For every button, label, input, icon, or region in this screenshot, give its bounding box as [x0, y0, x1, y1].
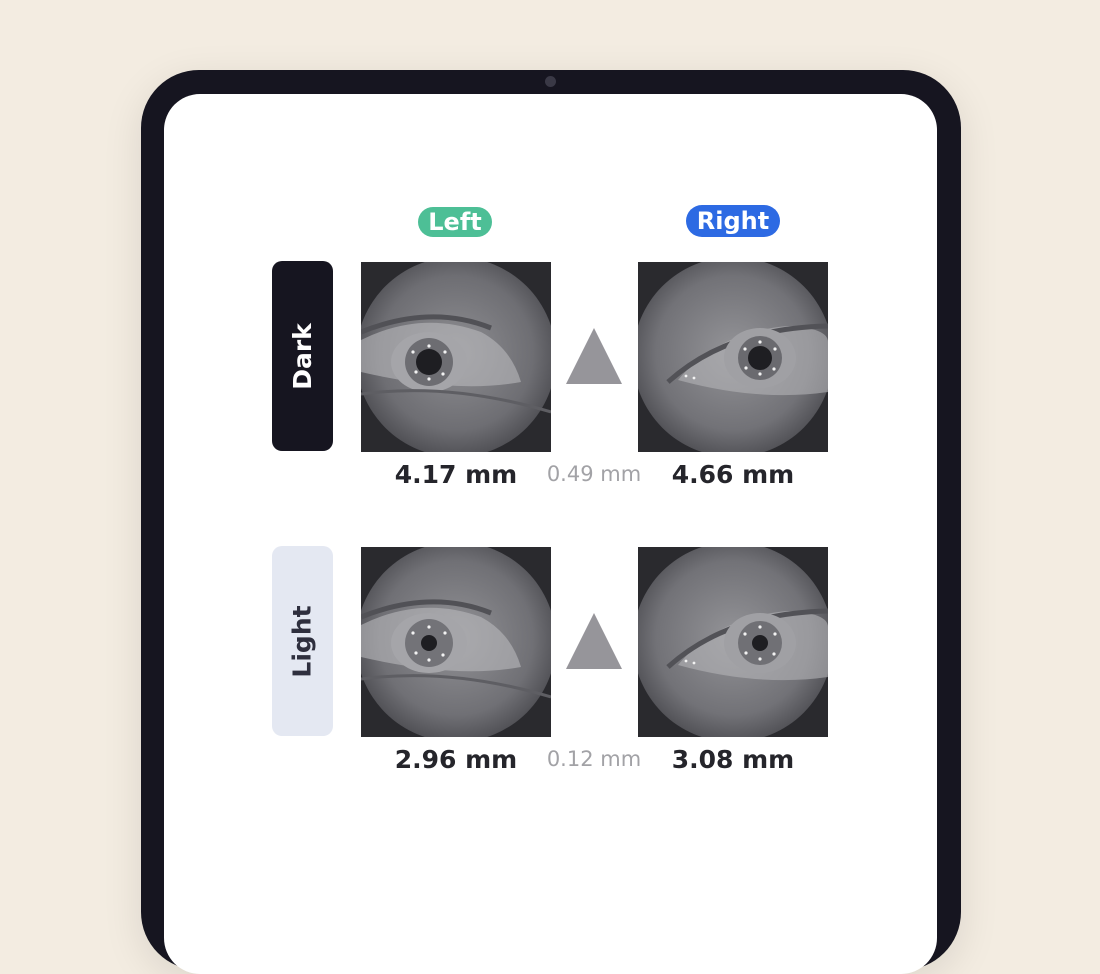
- eye-image-dark-left: [361, 262, 551, 452]
- row-label-dark: Dark: [272, 261, 333, 451]
- eye-image-dark-right: [638, 262, 828, 452]
- pupil-size-light-left: 2.96 mm: [394, 745, 518, 774]
- front-camera: [545, 76, 556, 87]
- delta-icon-dark: [566, 328, 622, 384]
- right-eye-badge: Right: [686, 205, 780, 237]
- screen: Left Right Dark 4.17 mm 0.49 mm 4.66 mm …: [164, 94, 937, 974]
- eye-image-light-left: [361, 547, 551, 737]
- pupil-size-light-right: 3.08 mm: [671, 745, 795, 774]
- delta-icon-light: [566, 613, 622, 669]
- tablet-frame: Left Right Dark 4.17 mm 0.49 mm 4.66 mm …: [141, 70, 961, 974]
- row-label-light: Light: [272, 546, 333, 736]
- pupil-size-dark-left: 4.17 mm: [394, 460, 518, 489]
- row-label-dark-text: Dark: [288, 322, 318, 390]
- eye-image-light-right: [638, 547, 828, 737]
- left-eye-badge: Left: [418, 207, 492, 237]
- pupil-size-dark-right: 4.66 mm: [671, 460, 795, 489]
- pupil-difference-dark: 0.49 mm: [546, 462, 642, 486]
- row-label-light-text: Light: [288, 604, 317, 678]
- pupil-difference-light: 0.12 mm: [546, 747, 642, 771]
